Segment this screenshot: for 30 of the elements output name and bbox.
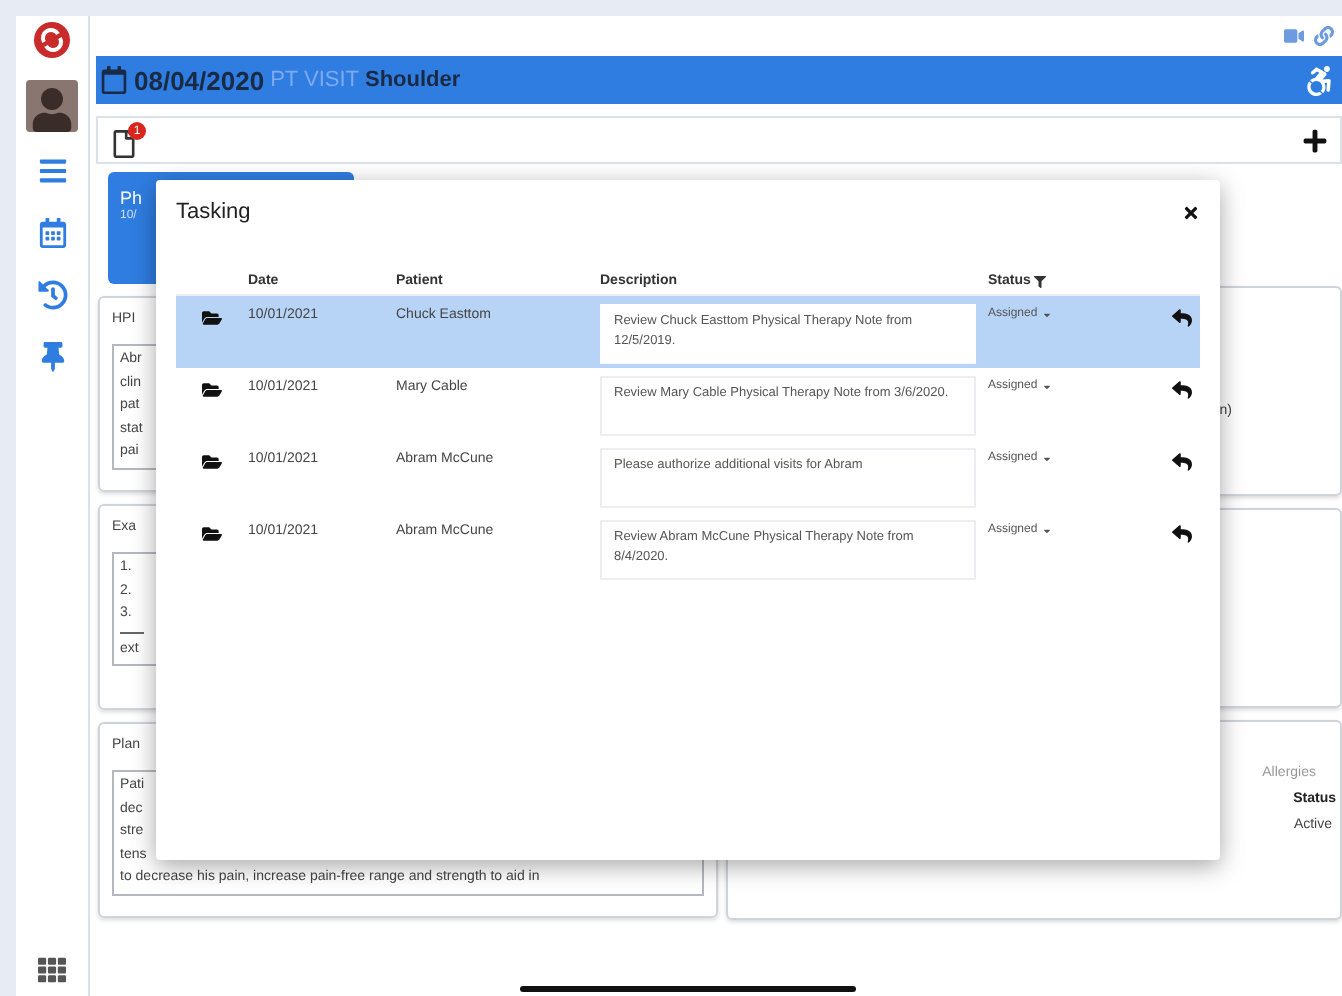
calendar-icon: [100, 66, 128, 94]
avatar[interactable]: [26, 80, 78, 132]
dialog-title: Tasking: [176, 200, 251, 224]
caret-icon: [1041, 525, 1052, 535]
folder-icon[interactable]: [202, 524, 222, 544]
accessibility-icon[interactable]: [1304, 65, 1334, 95]
folder-icon[interactable]: [202, 452, 222, 472]
reply-icon[interactable]: [1172, 380, 1192, 400]
link-icon[interactable]: [1314, 26, 1334, 46]
filter-icon[interactable]: [1034, 275, 1047, 287]
visit-type: PT VISIT: [270, 68, 359, 92]
reply-icon[interactable]: [1172, 524, 1192, 544]
close-button[interactable]: [1182, 203, 1200, 221]
history-icon[interactable]: [37, 280, 67, 310]
video-icon[interactable]: [1284, 26, 1304, 46]
caret-icon: [1041, 453, 1052, 463]
pin-icon[interactable]: [37, 342, 67, 372]
reply-icon[interactable]: [1172, 452, 1192, 472]
summary-title: Ph: [120, 188, 143, 208]
reply-icon[interactable]: [1172, 308, 1192, 328]
plus-icon[interactable]: [1302, 127, 1328, 153]
calendar-icon[interactable]: [37, 218, 67, 248]
visit-date: 08/04/2020: [134, 65, 265, 95]
folder-icon[interactable]: [202, 380, 222, 400]
folder-icon[interactable]: [202, 308, 222, 328]
caret-icon: [1041, 309, 1052, 319]
caret-icon: [1041, 381, 1052, 391]
grid-icon[interactable]: [38, 956, 66, 984]
visit-title: Shoulder: [365, 68, 461, 92]
menu-icon[interactable]: [37, 156, 67, 186]
